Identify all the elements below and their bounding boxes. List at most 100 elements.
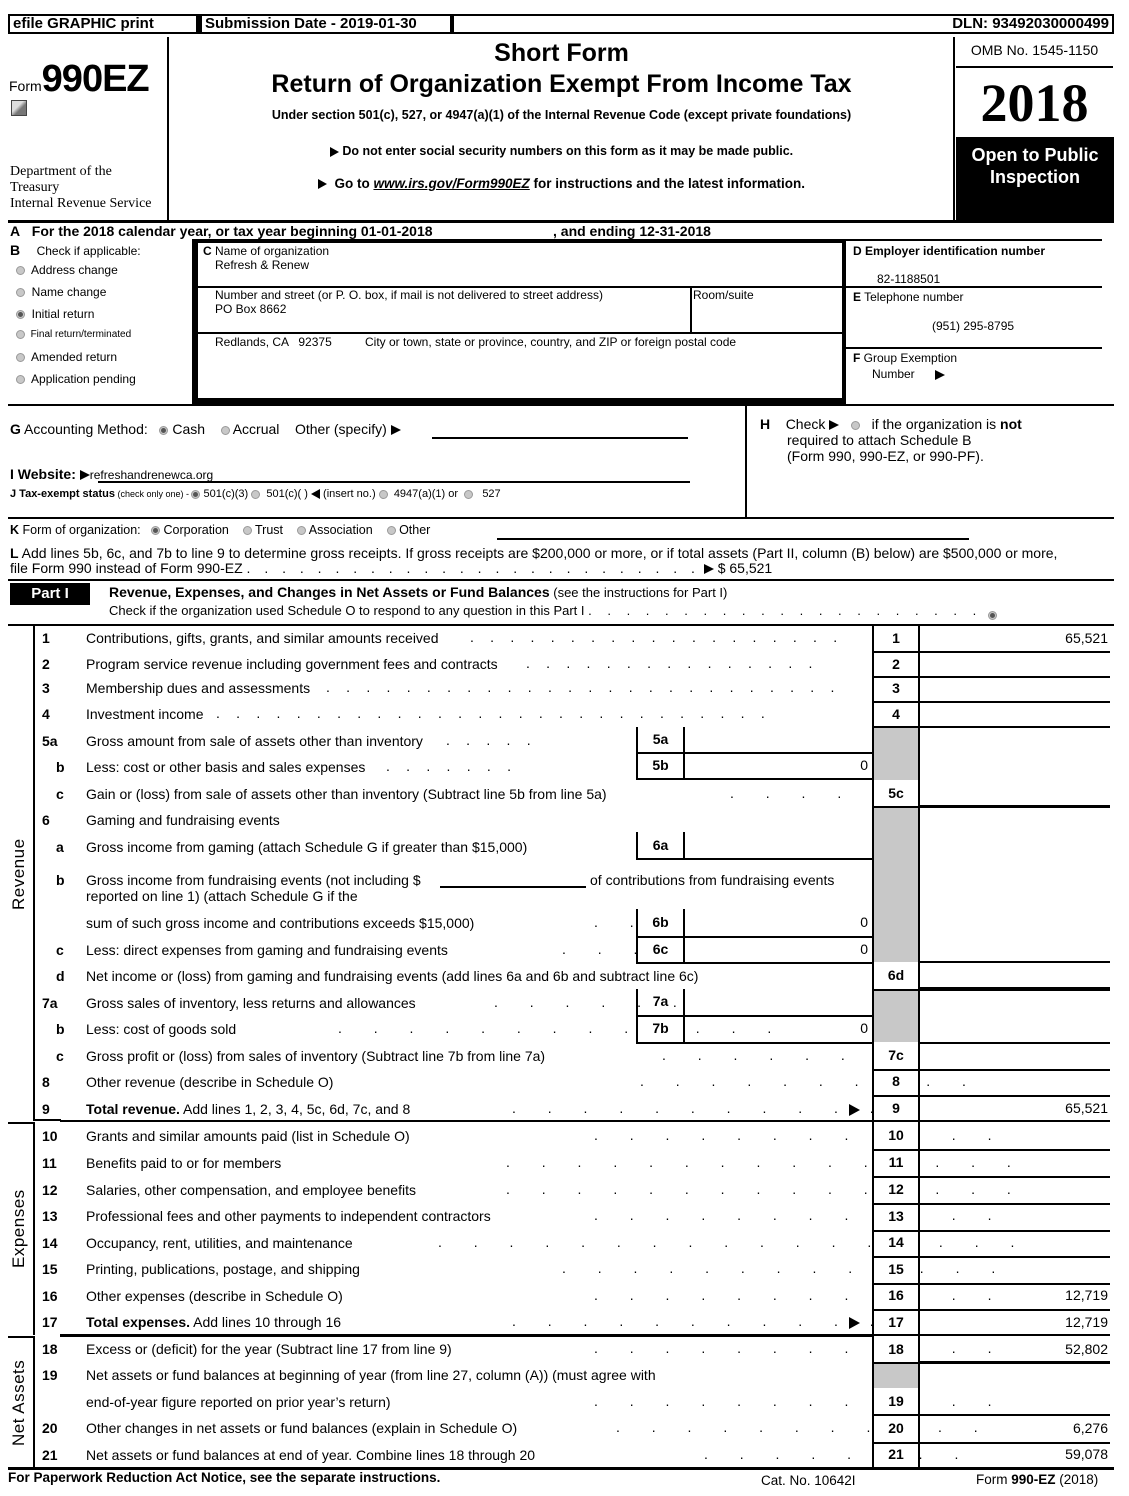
line-value-16[interactable]: 12,719 (922, 1287, 1108, 1303)
radio-other[interactable] (386, 526, 396, 536)
radio-corporation[interactable] (151, 526, 161, 536)
line-number: 16 (42, 1288, 58, 1304)
line-value-17[interactable]: 12,719 (922, 1314, 1108, 1330)
k-other-field[interactable] (497, 538, 969, 540)
k-label: Form of organization: (19, 523, 141, 537)
other-label: Other (specify) (294, 421, 387, 437)
line-value-20[interactable]: 6,276 (922, 1420, 1108, 1436)
b-item-final-return[interactable]: Final return/terminated (16, 329, 131, 340)
line-number: b (56, 759, 65, 775)
b-item-initial-return[interactable]: Initial return (16, 307, 94, 321)
line-label: Gaming and fundraising events (86, 812, 280, 828)
radio-501c3[interactable] (191, 489, 201, 499)
line-value-1[interactable]: 65,521 (922, 630, 1108, 646)
accrual-label: Accrual (232, 421, 280, 437)
street-label: Number and street (or P. O. box, if mail… (215, 288, 603, 302)
netassets-frame-top (8, 1336, 34, 1338)
side-label-revenue: Revenue (9, 838, 28, 910)
checkbox-schedule-b[interactable] (850, 420, 860, 430)
value-rule (872, 701, 1110, 703)
ssn-notice: Do not enter social security numbers on … (170, 144, 953, 158)
netassets-top-rule (60, 1334, 874, 1337)
line-code-17: 17 (874, 1314, 918, 1330)
line-label: Other expenses (describe in Schedule O) (86, 1288, 343, 1304)
radio-501c[interactable] (251, 489, 261, 499)
checkbox-amended-return[interactable] (16, 353, 25, 363)
radio-trust[interactable] (242, 526, 252, 536)
line-5b: b Less: cost or other basis and sales ex… (34, 755, 1110, 781)
line-value-9[interactable]: 65,521 (922, 1100, 1108, 1116)
radio-association[interactable] (296, 526, 306, 536)
line-label: Program service revenue including govern… (86, 656, 498, 672)
b-item-address-change[interactable]: Address change (16, 263, 118, 277)
line-12: 12 Salaries, other compensation, and emp… (34, 1178, 1110, 1204)
line-label: Less: cost or other basis and sales expe… (86, 759, 366, 775)
irs-link[interactable]: www.irs.gov/Form990EZ (373, 176, 529, 191)
inner-rule-6bc (636, 936, 873, 938)
line-number: b (56, 872, 65, 888)
omb-divider (956, 66, 1113, 68)
line-code-2: 2 (874, 656, 918, 672)
room-suite-label: Room/suite (693, 288, 754, 302)
arrow-left-icon (310, 489, 320, 500)
b-item-application-pending[interactable]: Application pending (16, 372, 136, 386)
h-letter: H (760, 416, 771, 432)
value-rule (872, 1095, 1110, 1097)
b-item-name-change[interactable]: Name change (16, 285, 106, 299)
radio-527[interactable] (464, 489, 474, 499)
value-rule (918, 1361, 1110, 1363)
line-code-7c: 7c (874, 1047, 918, 1063)
arrow-icon (329, 146, 339, 157)
part1-title-note: (see the instructions for Part I) (549, 585, 728, 600)
expenses-top-rule (60, 1120, 874, 1122)
other-specify-field[interactable] (432, 437, 688, 439)
opt-501c: 501(c)( ) (266, 488, 308, 500)
radio-4947[interactable] (378, 489, 388, 499)
radio-accrual[interactable] (220, 425, 230, 435)
checkbox-final-return[interactable] (16, 329, 25, 339)
value-rule (918, 1042, 1110, 1044)
checkbox-address-change[interactable] (16, 266, 25, 276)
box-5a-code: 5a (652, 731, 669, 747)
checkbox-schedule-o[interactable] (988, 611, 997, 621)
submission-date: Submission Date - 2019-01-30 (202, 16, 450, 32)
box-6c-value[interactable]: 0 (686, 941, 868, 957)
box-7b-value[interactable]: 0 (686, 1020, 868, 1036)
line-code-18: 18 (874, 1341, 918, 1357)
line-number: 11 (42, 1155, 57, 1171)
line-code-15: 15 (874, 1261, 918, 1277)
website-value[interactable]: refreshandrenewca.org (90, 468, 213, 482)
checkbox-initial-return[interactable] (16, 310, 25, 320)
line-code-16: 16 (874, 1287, 918, 1303)
line-number: 9 (42, 1101, 50, 1117)
box-5b-value[interactable]: 0 (686, 757, 868, 773)
opt-501c3: 501(c)(3) (203, 488, 249, 500)
value-rule (872, 1309, 1110, 1311)
website-label: I Website: (10, 466, 80, 482)
dot-leader: . . . . . . . . . . . . (594, 1207, 1006, 1223)
checkbox-application-pending[interactable] (16, 375, 25, 385)
insert-no: (insert no.) (323, 488, 376, 500)
h-text2: required to attach Schedule B (787, 432, 972, 448)
line-number: 8 (42, 1074, 50, 1090)
fundraising-contrib-field[interactable] (440, 886, 586, 888)
line-value-18[interactable]: 52,802 (922, 1341, 1108, 1357)
line-code-3: 3 (874, 680, 918, 696)
checkbox-name-change[interactable] (16, 288, 25, 298)
line-value-21[interactable]: 59,078 (922, 1446, 1108, 1462)
b-item-amended-return[interactable]: Amended return (16, 350, 117, 364)
inner-col-7ab (683, 989, 685, 1044)
value-rule (872, 676, 1110, 678)
line-number: 21 (42, 1447, 58, 1463)
dot-leader: . . . . . . . . . . (640, 1073, 980, 1089)
tax-exempt-status: J Tax-exempt status (check only one) - 5… (10, 488, 501, 500)
dot-leader: . . . . . . . . . . . . . . . (506, 1181, 1025, 1197)
radio-cash[interactable] (159, 425, 169, 435)
section-b-label: Check if applicable: (36, 244, 141, 258)
line-code-1: 1 (874, 630, 918, 646)
line-number: 18 (42, 1341, 58, 1357)
open-line1: Open to Public (971, 145, 1099, 165)
value-rule (872, 1230, 1110, 1232)
box-6b-value[interactable]: 0 (686, 914, 868, 930)
value-rule (872, 1069, 1110, 1071)
